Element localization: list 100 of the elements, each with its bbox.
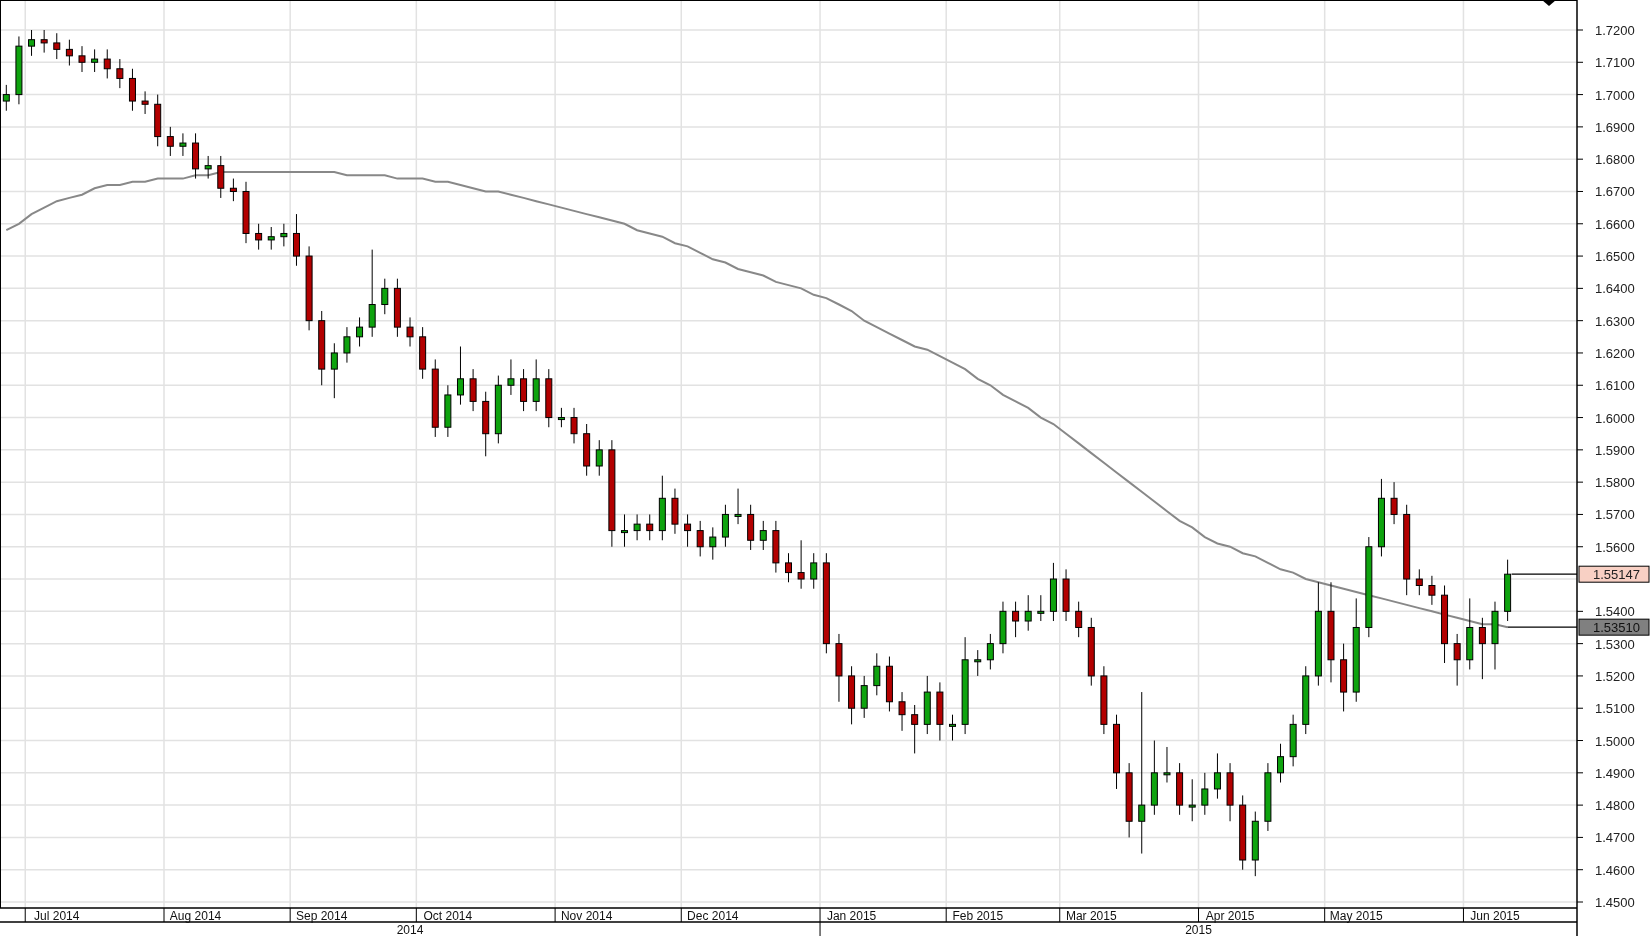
candlestick xyxy=(393,278,401,338)
candlestick xyxy=(1075,601,1083,638)
axis-label: 1.6100 xyxy=(1595,378,1635,394)
candlestick xyxy=(923,675,931,735)
candlestick xyxy=(1302,665,1310,735)
candlestick xyxy=(1100,665,1108,735)
candlestick xyxy=(267,226,275,251)
candlestick xyxy=(1415,568,1423,596)
candlestick xyxy=(141,90,149,115)
axis-label: 1.6400 xyxy=(1595,281,1635,297)
candlestick xyxy=(192,132,200,180)
candlestick xyxy=(343,326,351,364)
candlestick xyxy=(873,652,881,696)
axis-label: 1.5800 xyxy=(1595,475,1635,491)
candlestick xyxy=(1062,568,1070,622)
candlestick xyxy=(494,375,502,444)
candlestick xyxy=(911,704,919,754)
axis-label: Apr 2015 xyxy=(1205,909,1255,923)
candlestick xyxy=(1213,752,1221,800)
candlestick xyxy=(1087,617,1095,687)
candlestick xyxy=(154,94,162,147)
candlestick xyxy=(40,29,48,54)
candlestick xyxy=(116,58,124,89)
candlestick xyxy=(15,35,23,105)
axis-label: 1.6200 xyxy=(1595,345,1635,361)
candlestick xyxy=(1340,643,1348,712)
candlestick xyxy=(1453,633,1461,687)
candlestick xyxy=(28,29,36,57)
candlestick xyxy=(557,407,565,428)
candlestick xyxy=(860,675,868,719)
candlestick xyxy=(255,223,263,251)
axis-label: 1.4700 xyxy=(1595,830,1635,846)
axis-label: Jul 2014 xyxy=(34,909,80,923)
axis-label: 1.6700 xyxy=(1595,184,1635,200)
candlestick xyxy=(53,32,61,60)
candlestick xyxy=(545,368,553,428)
candlestick xyxy=(128,68,136,112)
candlestick xyxy=(1176,762,1184,816)
candlestick xyxy=(848,665,856,725)
candlestick xyxy=(204,155,212,180)
candlestick xyxy=(381,278,389,315)
candlestick xyxy=(583,423,591,477)
axis-label: 1.6500 xyxy=(1595,249,1635,265)
candlestick xyxy=(671,488,679,535)
candlestick xyxy=(1024,594,1032,632)
candlestick xyxy=(936,681,944,741)
axis-label: 1.5900 xyxy=(1595,442,1635,458)
candlestick xyxy=(1277,743,1284,783)
axis-label: 1.6900 xyxy=(1595,119,1635,135)
candlestick xyxy=(1251,811,1259,877)
candlestick xyxy=(444,384,452,438)
candlestick xyxy=(1201,772,1209,816)
candlestick xyxy=(179,132,187,157)
candlestick xyxy=(1037,594,1045,622)
candlestick xyxy=(734,488,742,525)
candlestick xyxy=(1289,714,1297,767)
candlestick xyxy=(166,126,174,157)
candlestick xyxy=(898,691,906,732)
candlestick xyxy=(507,358,515,396)
candlestick xyxy=(1428,575,1436,606)
price-label: 1.55147 xyxy=(1578,565,1650,583)
candlestick xyxy=(1049,562,1057,622)
axis-label: Mar 2015 xyxy=(1065,909,1117,923)
axis-label: Aug 2014 xyxy=(169,909,222,923)
axis-label: 1.7000 xyxy=(1595,87,1635,103)
axis-label: 1.5400 xyxy=(1595,604,1635,620)
candlestick xyxy=(709,526,717,561)
axis-label: 1.6600 xyxy=(1595,216,1635,232)
candlestick xyxy=(1478,617,1486,680)
candlestick xyxy=(759,520,767,551)
candlestick xyxy=(1226,762,1234,822)
axis-label: 1.5100 xyxy=(1595,701,1635,717)
candlestick xyxy=(91,48,99,73)
price-label: 1.53510 xyxy=(1578,618,1650,636)
axis-label: Jan 2015 xyxy=(826,909,877,923)
candlestick xyxy=(65,39,73,67)
candlestick xyxy=(885,656,893,712)
candlestick xyxy=(419,326,427,380)
candlestick xyxy=(1264,762,1272,832)
candlestick xyxy=(1163,746,1171,783)
candlestick xyxy=(457,346,464,406)
candlestick xyxy=(633,513,641,541)
candlestick xyxy=(330,342,338,399)
axis-label: Feb 2015 xyxy=(952,909,1004,923)
candlestick xyxy=(621,513,628,548)
candlestick xyxy=(520,368,528,412)
axis-label: Jun 2015 xyxy=(1470,909,1520,923)
axis-label: 2015 xyxy=(1185,923,1212,936)
axis-label: 1.6000 xyxy=(1595,410,1635,426)
axis-label: 1.5300 xyxy=(1595,636,1635,652)
candlestick xyxy=(721,504,729,548)
candlestick xyxy=(103,48,111,79)
axis-label: Nov 2014 xyxy=(560,909,613,923)
axis-label: Oct 2014 xyxy=(423,909,473,923)
axis-label: 2014 xyxy=(396,923,424,936)
candlestick xyxy=(242,181,250,244)
candlestick xyxy=(810,552,818,590)
candlestick xyxy=(999,601,1007,654)
candlestick xyxy=(406,316,414,347)
axis-label: 1.7200 xyxy=(1595,23,1635,38)
